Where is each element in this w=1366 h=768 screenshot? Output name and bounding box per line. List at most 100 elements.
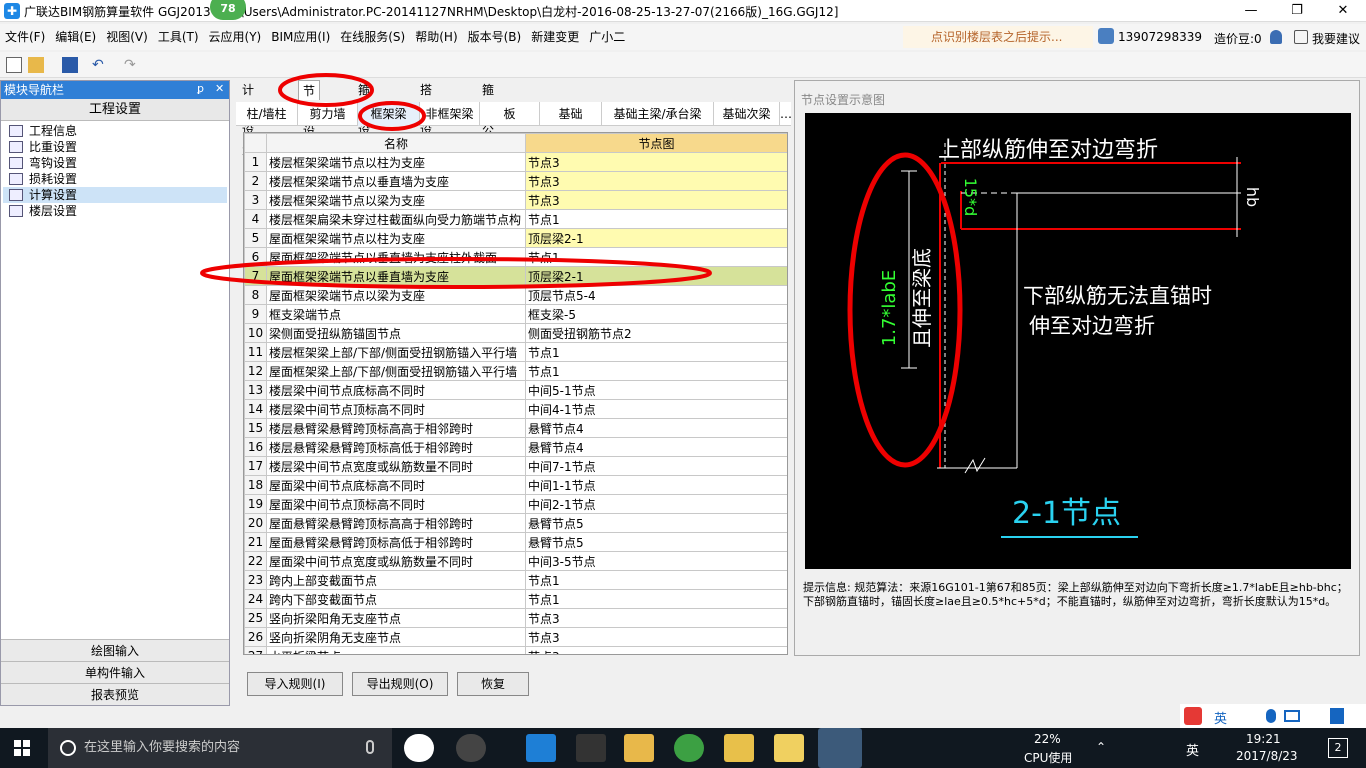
menu-tools[interactable]: 工具(T) bbox=[153, 24, 204, 50]
tab-stirrup-settings[interactable]: 箍筋设置 bbox=[354, 80, 374, 157]
tab-more[interactable]: … bbox=[780, 102, 792, 126]
row-node-value[interactable]: 节点1 bbox=[525, 361, 787, 381]
menu-view[interactable]: 视图(V) bbox=[101, 24, 153, 50]
ime-mode[interactable]: 英 bbox=[1214, 708, 1227, 727]
save-icon[interactable] bbox=[62, 57, 78, 73]
close-button[interactable]: ✕ bbox=[1320, 0, 1366, 22]
table-row[interactable]: 6 屋面框架梁端节点以垂直墙为支座柱外截面 节点1 bbox=[244, 247, 787, 267]
import-rules-button[interactable]: 导入规则(I) bbox=[247, 672, 343, 696]
tab-non-frame-beam[interactable]: 非框架梁 bbox=[420, 102, 480, 126]
user-icon[interactable] bbox=[1098, 28, 1114, 44]
menu-new-change[interactable]: 新建变更 bbox=[526, 24, 584, 50]
tree-item-loss[interactable]: 损耗设置 bbox=[3, 171, 227, 187]
open-folder-icon[interactable] bbox=[28, 57, 44, 73]
row-node-value[interactable]: 节点3 bbox=[525, 152, 787, 172]
mic-icon[interactable] bbox=[1266, 709, 1276, 723]
tab-column[interactable]: 柱/墙柱 bbox=[236, 102, 298, 126]
tab-shear-wall[interactable]: 剪力墙 bbox=[298, 102, 358, 126]
tab-slab[interactable]: 板 bbox=[480, 102, 540, 126]
clock-time[interactable]: 19:21 bbox=[1246, 732, 1281, 746]
undo-icon[interactable]: ↶ bbox=[92, 57, 108, 73]
table-row[interactable]: 16 楼层悬臂梁悬臂跨顶标高低于相邻跨时 悬臂节点4 bbox=[244, 437, 787, 457]
table-row[interactable]: 5 屋面框架梁端节点以柱为支座 顶层梁2-1 bbox=[244, 228, 787, 248]
row-node-value[interactable]: 顶层节点5-4 bbox=[525, 285, 787, 305]
tab-frame-beam[interactable]: 框架梁 bbox=[358, 102, 420, 126]
table-row[interactable]: 25 竖向折梁阳角无支座节点 节点3 bbox=[244, 608, 787, 628]
help-icon[interactable] bbox=[724, 734, 754, 762]
table-row[interactable]: 7 屋面框架梁端节点以垂直墙为支座 顶层梁2-1 bbox=[244, 266, 787, 286]
menu-assistant[interactable]: 广小二 bbox=[584, 24, 630, 50]
column-header-node[interactable]: 节点图 bbox=[525, 133, 787, 153]
table-row[interactable]: 2 楼层框架梁端节点以垂直墙为支座 节点3 bbox=[244, 171, 787, 191]
row-node-value[interactable]: 悬臂节点4 bbox=[525, 437, 787, 457]
table-row[interactable]: 19 屋面梁中间节点顶标高不同时 中间2-1节点 bbox=[244, 494, 787, 514]
maximize-button[interactable]: ❐ bbox=[1274, 0, 1320, 22]
table-row[interactable]: 23 跨内上部变截面节点 节点1 bbox=[244, 570, 787, 590]
pin-icon[interactable]: ꝑ bbox=[197, 82, 204, 95]
tab-foundation[interactable]: 基础 bbox=[540, 102, 602, 126]
row-node-value[interactable]: 顶层梁2-1 bbox=[525, 228, 787, 248]
mic-icon[interactable] bbox=[366, 740, 374, 754]
row-node-value[interactable]: 悬臂节点5 bbox=[525, 513, 787, 533]
drawing-input-button[interactable]: 绘图输入 bbox=[1, 639, 229, 661]
windows-start-icon[interactable] bbox=[14, 740, 30, 756]
row-node-value[interactable]: 节点3 bbox=[525, 627, 787, 647]
bell-icon[interactable] bbox=[1270, 30, 1282, 44]
row-node-value[interactable]: 中间3-5节点 bbox=[525, 551, 787, 571]
skin-icon[interactable] bbox=[1330, 708, 1344, 724]
tab-foundation-secondary-beam[interactable]: 基础次梁 bbox=[714, 102, 780, 126]
section-project-settings[interactable]: 工程设置 bbox=[1, 99, 229, 121]
table-row[interactable]: 4 楼层框架扁梁未穿过柱截面纵向受力筋端节点构 节点1 bbox=[244, 209, 787, 229]
tab-stirrup-formula[interactable]: 箍筋公式 bbox=[478, 80, 498, 157]
tab-foundation-main-beam[interactable]: 基础主梁/承台梁 bbox=[602, 102, 714, 126]
notes-icon[interactable] bbox=[774, 734, 804, 762]
navigator-close-icon[interactable]: ✕ bbox=[215, 82, 224, 95]
report-preview-button[interactable]: 报表预览 bbox=[1, 683, 229, 705]
row-node-value[interactable]: 节点1 bbox=[525, 247, 787, 267]
menu-cloud[interactable]: 云应用(Y) bbox=[204, 24, 267, 50]
input-lang[interactable]: 英 bbox=[1186, 740, 1199, 759]
row-node-value[interactable]: 侧面受扭钢筋节点2 bbox=[525, 323, 787, 343]
table-row[interactable]: 15 楼层悬臂梁悬臂跨顶标高高于相邻跨时 悬臂节点4 bbox=[244, 418, 787, 438]
browser-icon[interactable] bbox=[674, 734, 704, 762]
table-row[interactable]: 3 楼层框架梁端节点以梁为支座 节点3 bbox=[244, 190, 787, 210]
row-node-value[interactable]: 中间2-1节点 bbox=[525, 494, 787, 514]
taskbar-search-box[interactable]: 在这里输入你要搜索的内容 bbox=[48, 728, 392, 768]
store-icon[interactable] bbox=[576, 734, 606, 762]
app-icon[interactable] bbox=[456, 734, 486, 762]
table-row[interactable]: 8 屋面框架梁端节点以梁为支座 顶层节点5-4 bbox=[244, 285, 787, 305]
table-row[interactable]: 17 楼层梁中间节点宽度或纵筋数量不同时 中间7-1节点 bbox=[244, 456, 787, 476]
row-node-value[interactable]: 中间5-1节点 bbox=[525, 380, 787, 400]
row-node-value[interactable]: 中间1-1节点 bbox=[525, 475, 787, 495]
menu-bim[interactable]: BIM应用(I) bbox=[266, 24, 335, 50]
clock-date[interactable]: 2017/8/23 bbox=[1236, 749, 1298, 763]
redo-icon[interactable]: ↷ bbox=[124, 57, 140, 73]
keyboard-icon[interactable] bbox=[1284, 710, 1300, 722]
row-node-value[interactable]: 节点3 bbox=[525, 608, 787, 628]
table-row[interactable]: 21 屋面悬臂梁悬臂跨顶标高低于相邻跨时 悬臂节点5 bbox=[244, 532, 787, 552]
export-rules-button[interactable]: 导出规则(O) bbox=[352, 672, 448, 696]
row-node-value[interactable]: 节点1 bbox=[525, 570, 787, 590]
notification-badge[interactable]: 78 bbox=[210, 0, 246, 20]
table-row[interactable]: 27水平折梁节点节点3 bbox=[244, 646, 787, 654]
table-row[interactable]: 22 屋面梁中间节点宽度或纵筋数量不同时 中间3-5节点 bbox=[244, 551, 787, 571]
minimize-button[interactable]: — bbox=[1228, 0, 1274, 22]
explorer-icon[interactable] bbox=[624, 734, 654, 762]
sogou-icon[interactable] bbox=[1184, 707, 1202, 725]
taskview-icon[interactable] bbox=[404, 734, 434, 762]
table-row[interactable]: 13 楼层梁中间节点底标高不同时 中间5-1节点 bbox=[244, 380, 787, 400]
row-node-value[interactable]: 节点1 bbox=[525, 209, 787, 229]
tray-up-icon[interactable]: ⌃ bbox=[1096, 740, 1106, 754]
row-node-value[interactable]: 节点3 bbox=[525, 646, 787, 654]
table-row[interactable]: 10 梁侧面受扭纵筋锚固节点 侧面受扭钢筋节点2 bbox=[244, 323, 787, 343]
row-node-value[interactable]: 节点3 bbox=[525, 190, 787, 210]
menu-version[interactable]: 版本号(B) bbox=[463, 24, 527, 50]
restore-button[interactable]: 恢复 bbox=[457, 672, 529, 696]
menu-help[interactable]: 帮助(H) bbox=[410, 24, 462, 50]
menu-file[interactable]: 文件(F) bbox=[0, 24, 50, 50]
column-header-name[interactable]: 名称 bbox=[266, 133, 526, 153]
table-row[interactable]: 24 跨内下部变截面节点 节点1 bbox=[244, 589, 787, 609]
row-node-value[interactable]: 悬臂节点5 bbox=[525, 532, 787, 552]
suggest-link[interactable]: 我要建议 bbox=[1312, 30, 1360, 47]
table-row[interactable]: 14 楼层梁中间节点顶标高不同时 中间4-1节点 bbox=[244, 399, 787, 419]
